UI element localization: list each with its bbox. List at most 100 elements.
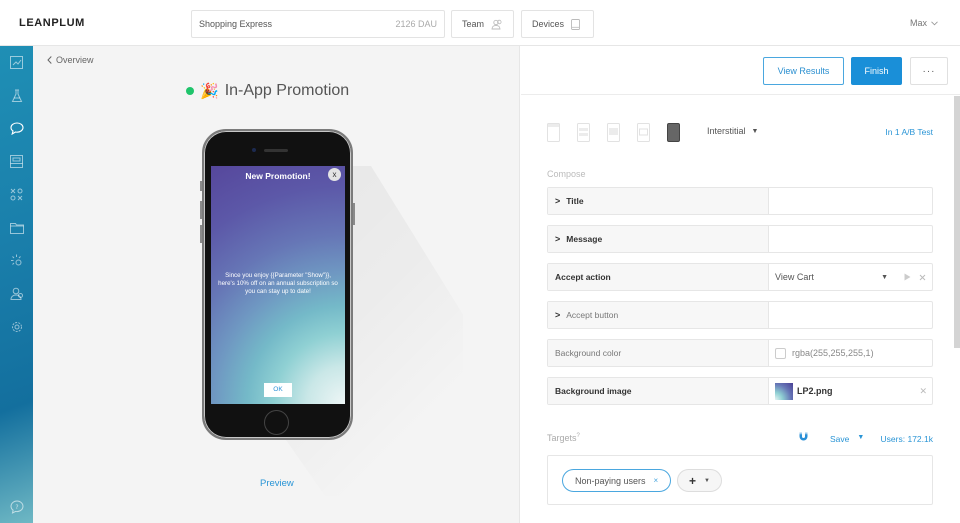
phone-home-button [264,410,289,435]
targets-label-text: Targets [547,433,577,443]
sidebar-item-events[interactable] [0,244,33,277]
remove-image-icon[interactable]: ✕ [919,386,927,397]
scrollbar[interactable] [954,96,960,348]
team-icon [491,19,502,29]
caret-down-icon: ▼ [857,434,865,441]
leanplum-logo[interactable]: LEANPLUM [19,17,85,29]
field-message-value[interactable] [769,226,932,252]
sidebar: ? [0,46,33,523]
chevron-right-icon: > [555,234,561,244]
party-popper-icon: 🎉 [200,82,219,100]
sparkle-icon [11,254,22,266]
accept-action-select[interactable]: View Cart ▼ [769,264,932,290]
phone-speaker [264,149,288,152]
sidebar-help[interactable]: ? [0,490,33,523]
app-name: Shopping Express [199,19,273,29]
team-button[interactable]: Team [451,10,514,38]
back-to-overview-link[interactable]: Overview [47,55,94,65]
phone-screen: New Promotion! x Since you enjoy {{Param… [211,166,345,404]
phone-power-button [353,203,355,225]
segment-label: Non-paying users [575,475,646,486]
sidebar-item-users[interactable] [0,277,33,310]
background-color-input[interactable]: rgba(255,255,255,1) [769,340,932,366]
remove-segment-icon[interactable]: × [654,476,659,485]
more-options-button[interactable]: ··· [910,57,948,85]
template-select[interactable]: Interstitial ▼ [707,126,758,136]
devices-button[interactable]: Devices [521,10,594,38]
field-accept-button-value[interactable] [769,302,932,328]
sidebar-item-files[interactable] [0,211,33,244]
alert-icon[interactable] [607,121,637,143]
ab-test-link[interactable]: In 1 A/B Test [885,127,933,137]
user-name: Max [909,18,927,28]
compose-panel: View Results Finish ··· Interstitial ▼ I… [521,46,960,523]
sidebar-item-messaging[interactable] [0,112,33,145]
finish-button[interactable]: Finish [851,57,902,85]
promo-ok-button[interactable]: OK [264,383,292,397]
list-icon[interactable] [637,121,667,143]
folder-icon [9,222,24,234]
dau-count: 2126 DAU [395,19,437,29]
inbox-icon [10,155,23,168]
background-image-filename: LP2.png [797,386,833,396]
user-menu[interactable]: Max [910,18,938,28]
promo-close-icon[interactable]: x [328,168,341,181]
targets-label: Targets? [547,433,580,443]
field-title-value[interactable] [769,188,932,214]
phone-mute-switch [200,181,202,191]
phone-volume-down [200,225,202,243]
field-accept-button-toggle[interactable]: > Accept button [548,302,769,328]
phone-camera [252,148,256,152]
banner-top-icon[interactable] [547,121,577,143]
preview-link[interactable]: Preview [260,478,294,489]
sidebar-item-ab-tests[interactable] [0,79,33,112]
field-title-label: Title [566,196,584,206]
interstitial-icon[interactable] [667,121,697,143]
center-popup-icon[interactable] [577,121,607,143]
color-swatch[interactable] [775,347,786,359]
field-accept-action-label: Accept action [548,264,769,290]
chevron-right-icon: > [555,196,561,206]
users-count: Users: 172.1k [880,434,933,444]
chevron-right-icon: > [555,310,561,320]
background-image-input[interactable]: LP2.png ✕ [769,378,932,404]
status-dot [186,87,194,95]
compose-section-label: Compose [547,169,586,179]
phone-frame: New Promotion! x Since you enjoy {{Param… [200,129,355,440]
close-icon[interactable] [919,274,926,281]
save-segment-button[interactable]: Save ▼ [830,434,864,444]
field-accept-button: > Accept button [547,301,933,329]
chat-bubble-icon [9,122,24,135]
xo-icon [10,188,23,201]
help-icon[interactable]: ? [577,433,580,439]
view-results-button[interactable]: View Results [763,57,844,85]
template-select-value: Interstitial [707,126,746,136]
field-message-toggle[interactable]: > Message [548,226,769,252]
phone-volume-up [200,201,202,219]
back-link-label: Overview [56,55,94,65]
save-label: Save [830,434,850,444]
field-background-color-label: Background color [548,340,769,366]
background-color-value: rgba(255,255,255,1) [792,348,874,358]
sidebar-item-settings[interactable] [0,310,33,343]
segment-pill[interactable]: Non-paying users × [562,469,672,492]
sidebar-item-variables[interactable] [0,178,33,211]
template-picker [547,121,697,143]
promo-message: Since you enjoy {{Parameter "Show"}}, he… [218,272,338,295]
app-selector[interactable]: Shopping Express 2126 DAU [191,10,445,38]
users-icon [9,287,23,300]
preview-panel: Overview 🎉 In-App Promotion New Promotio… [33,46,520,523]
top-bar: LEANPLUM Shopping Express 2126 DAU Team … [0,0,960,46]
chart-icon [10,56,23,69]
play-icon[interactable] [904,273,911,281]
magnet-icon[interactable] [799,432,808,441]
field-title-toggle[interactable]: > Title [548,188,769,214]
caret-down-icon: ▼ [881,273,888,281]
svg-text:?: ? [15,503,18,510]
field-message-label: Message [566,234,603,244]
message-name[interactable]: In-App Promotion [225,82,350,100]
device-icon [571,18,580,30]
sidebar-item-content[interactable] [0,145,33,178]
sidebar-item-analytics[interactable] [0,46,33,79]
add-segment-button[interactable]: + ▼ [677,469,722,492]
